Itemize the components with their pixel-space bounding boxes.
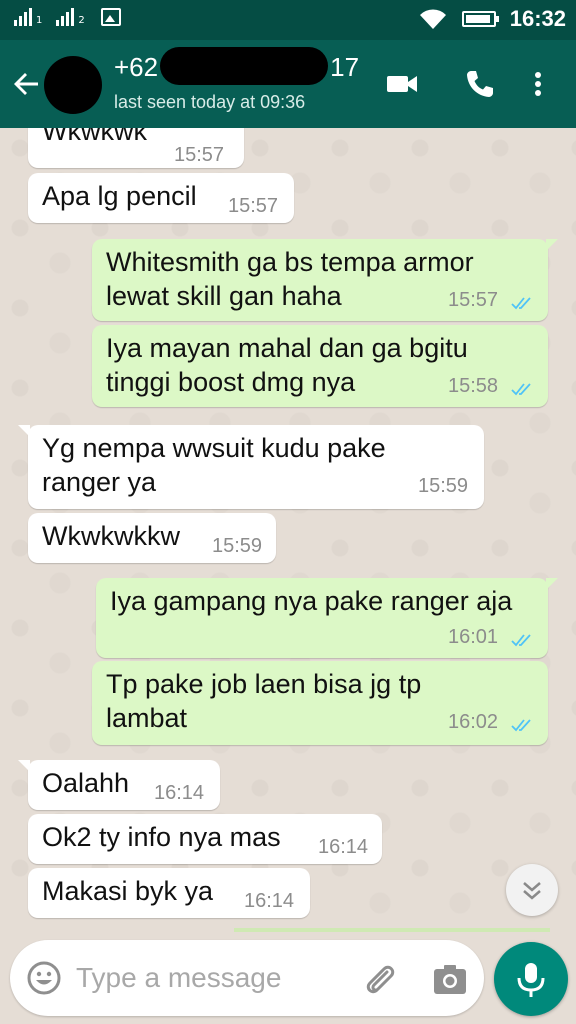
contact-name[interactable]: +62 17 — [114, 47, 360, 86]
message-text: Whitesmith ga bs tempa armor lewat skill… — [106, 247, 474, 311]
phone-icon[interactable] — [462, 66, 498, 102]
scroll-to-bottom-button[interactable] — [506, 864, 558, 916]
signal-icon: 2 — [56, 8, 85, 26]
contact-name-prefix: +62 — [114, 52, 159, 82]
message-text: Iya mayan mahal dan ga bgitu tinggi boos… — [106, 333, 468, 397]
message-time: 16:02 — [448, 711, 499, 733]
message-text: Yg nempa wwsuit kudu pake ranger ya — [42, 433, 386, 497]
message-text: Tp pake job laen bisa jg tp lambat — [106, 669, 422, 733]
message-text: Apa lg pencil — [42, 181, 197, 211]
status-bar: 1 2 16:32 — [0, 0, 576, 40]
message-time: 16:14 — [154, 782, 205, 804]
video-call-icon[interactable] — [384, 66, 420, 102]
message-input[interactable] — [76, 954, 336, 1002]
outgoing-message[interactable]: Whitesmith ga bs tempa armor lewat skill… — [92, 239, 558, 321]
message-text: Wkwkwkkw — [42, 521, 180, 551]
wifi-icon — [419, 9, 446, 29]
message-time: 15:57 — [448, 289, 499, 311]
incoming-message[interactable]: Ok2 ty info nya mas 16:14 — [28, 814, 382, 864]
message-text: Ok2 ty info nya mas — [42, 822, 281, 852]
composer-bar — [10, 940, 484, 1016]
incoming-message[interactable]: Apa lg pencil 15:57 — [28, 173, 294, 223]
more-vert-icon[interactable] — [520, 66, 556, 102]
message-time: 16:01 — [448, 626, 499, 648]
status-clock: 16:32 — [509, 6, 566, 31]
message-text: Wkwkwk — [42, 128, 147, 146]
incoming-message[interactable]: Makasi byk ya 16:14 — [28, 868, 310, 918]
contact-avatar[interactable] — [44, 56, 102, 114]
message-text: Makasi byk ya — [42, 876, 214, 906]
signal-icon: 1 — [14, 8, 42, 26]
message-time: 15:58 — [448, 375, 499, 397]
double-check-icon — [510, 295, 536, 311]
emoji-icon[interactable] — [24, 958, 64, 998]
mic-icon — [517, 963, 545, 997]
sim1-label: 1 — [36, 15, 43, 26]
gallery-icon — [100, 8, 121, 26]
incoming-message[interactable]: Oalahh 16:14 — [18, 760, 220, 810]
message-time: 15:59 — [418, 475, 469, 497]
outgoing-message[interactable]: Iya gampang nya pake ranger aja 16:01 — [96, 578, 558, 658]
double-check-icon — [510, 381, 536, 397]
sim2-label: 2 — [78, 15, 85, 26]
scroll-indicator — [234, 928, 550, 932]
chevron-double-down-icon — [523, 882, 541, 900]
last-seen-text: last seen today at 09:36 — [114, 92, 306, 112]
message-time: 15:59 — [212, 535, 263, 557]
message-text: Oalahh — [42, 768, 130, 798]
mic-button[interactable] — [494, 942, 568, 1016]
incoming-message[interactable]: Wkwkwkkw 15:59 — [28, 513, 276, 563]
back-arrow-icon[interactable] — [8, 66, 44, 102]
redaction-mask — [160, 47, 329, 86]
contact-name-suffix: 17 — [330, 52, 360, 82]
attach-icon[interactable] — [360, 960, 400, 1000]
outgoing-message[interactable]: Iya mayan mahal dan ga bgitu tinggi boos… — [92, 325, 548, 407]
outgoing-message[interactable]: Tp pake job laen bisa jg tp lambat 16:02 — [92, 661, 548, 745]
message-text: Iya gampang nya pake ranger aja — [110, 586, 513, 616]
status-left-group: 1 2 — [14, 8, 121, 26]
double-check-icon — [510, 632, 536, 648]
double-check-icon — [510, 717, 536, 733]
camera-icon[interactable] — [430, 960, 470, 1000]
battery-icon — [461, 11, 499, 27]
message-time: 15:57 — [228, 195, 279, 217]
chat-area[interactable]: Makasi byk ya 16:14 Ok2 ty info nya mas 16:… — [0, 128, 576, 938]
message-time: 15:57 — [174, 144, 225, 166]
status-right-group: 16:32 — [418, 6, 566, 32]
message-time: 16:14 — [318, 836, 369, 858]
incoming-message[interactable]: Wkwkwk 15:57 — [28, 128, 244, 168]
incoming-message[interactable]: Yg nempa wwsuit kudu pake ranger ya 15:59 — [18, 425, 484, 509]
message-time: 16:14 — [244, 890, 295, 912]
chat-header: +62 17 last seen today at 09:36 — [0, 40, 576, 128]
